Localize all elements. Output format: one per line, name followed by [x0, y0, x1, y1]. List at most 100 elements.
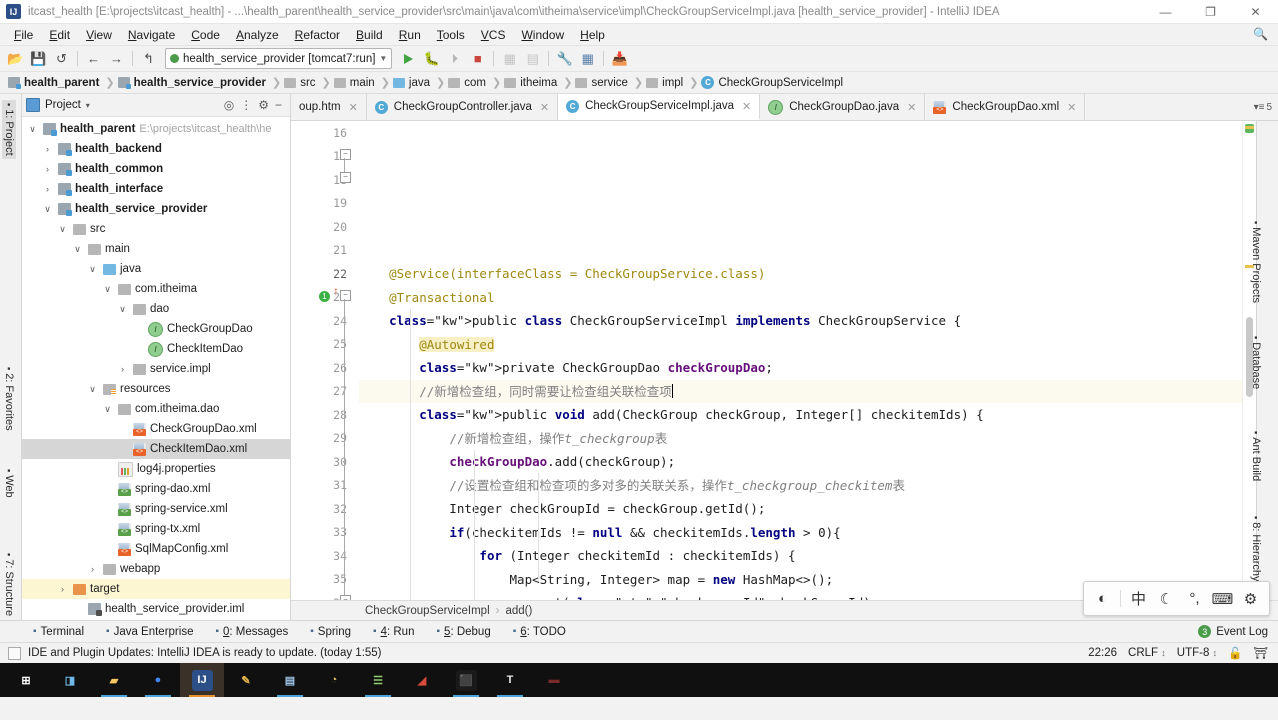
- tool-strip-item-database[interactable]: ▪ Database: [1250, 336, 1262, 389]
- fold-marker-23[interactable]: −: [340, 290, 351, 301]
- breadcrumb-item-checkgroupserviceimpl[interactable]: C CheckGroupServiceImpl: [699, 76, 848, 89]
- console-taskbar[interactable]: ⬛: [444, 663, 488, 697]
- open-icon[interactable]: 📂: [5, 48, 26, 69]
- tree-node-log4j-properties[interactable]: log4j.properties: [22, 459, 290, 479]
- tree-node-java[interactable]: ∨ java: [22, 259, 290, 279]
- update-project-icon[interactable]: 📥: [609, 48, 630, 69]
- hector-icon[interactable]: ⛩: [1253, 646, 1268, 660]
- forward-icon[interactable]: →: [106, 48, 127, 69]
- tree-node-spring-service-xml[interactable]: spring-service.xml: [22, 499, 290, 519]
- collapse-all-icon[interactable]: ⋮: [240, 98, 252, 112]
- tree-twisty-icon[interactable]: ›: [86, 564, 99, 574]
- navicat-taskbar[interactable]: ◔: [312, 663, 356, 697]
- tree-twisty-icon[interactable]: ∨: [86, 264, 99, 275]
- code-line-17[interactable]: @Service(interfaceClass = CheckGroupServ…: [359, 262, 1242, 286]
- breadcrumb-item-service[interactable]: service: [573, 77, 632, 89]
- close-tab-icon[interactable]: ✕: [540, 101, 549, 114]
- editor-tab-checkgroupdao-java[interactable]: I CheckGroupDao.java ✕: [760, 94, 926, 120]
- menu-item-build[interactable]: Build: [348, 26, 391, 44]
- editor-tab-checkgroupcontroller-java[interactable]: C CheckGroupController.java ✕: [367, 94, 559, 120]
- breadcrumb-item-health-service-provider[interactable]: health_service_provider: [116, 77, 271, 89]
- tool-window-terminal[interactable]: ▪ Terminal: [22, 626, 95, 638]
- tool-strip-item-7-structure[interactable]: ▪ 7: Structure: [2, 550, 16, 619]
- menu-item-analyze[interactable]: Analyze: [228, 26, 287, 44]
- archive-taskbar[interactable]: ▤: [268, 663, 312, 697]
- override-method-icon[interactable]: ↑: [333, 284, 339, 298]
- tool-window-4-run[interactable]: ▪ 4: Run: [362, 626, 425, 638]
- tree-node-resources[interactable]: ∨ resources: [22, 379, 290, 399]
- office-taskbar[interactable]: ◢: [400, 663, 444, 697]
- menu-item-navigate[interactable]: Navigate: [120, 26, 183, 44]
- tool-window-5-debug[interactable]: ▪ 5: Debug: [425, 626, 501, 638]
- tree-node-spring-dao-xml[interactable]: spring-dao.xml: [22, 479, 290, 499]
- tree-node-health-interface[interactable]: › health_interface: [22, 179, 290, 199]
- tool-strip-item-maven-projects[interactable]: ▪ Maven Projects: [1250, 221, 1262, 303]
- run-icon[interactable]: [398, 48, 419, 69]
- code-line-18[interactable]: @Transactional: [359, 286, 1242, 310]
- tool-window-spring[interactable]: ▪ Spring: [299, 626, 362, 638]
- maximize-button[interactable]: ❐: [1188, 0, 1233, 23]
- start-button[interactable]: ⊞: [4, 663, 48, 697]
- code-line-28[interactable]: if(checkitemIds != null && checkitemIds.…: [359, 521, 1242, 545]
- menu-item-refactor[interactable]: Refactor: [287, 26, 348, 44]
- menu-item-help[interactable]: Help: [572, 26, 613, 44]
- profile-icon[interactable]: ▦: [499, 48, 520, 69]
- editor-tab-checkgroupdao-xml[interactable]: CheckGroupDao.xml ✕: [925, 94, 1086, 120]
- tree-node-spring-tx-xml[interactable]: spring-tx.xml: [22, 519, 290, 539]
- tree-node-webapp[interactable]: › webapp: [22, 559, 290, 579]
- tree-twisty-icon[interactable]: ∨: [71, 244, 84, 255]
- editor-tab-oup-htm[interactable]: oup.htm ✕: [291, 94, 367, 120]
- gear-icon[interactable]: ⚙: [1238, 586, 1263, 611]
- paint-taskbar[interactable]: ✎: [224, 663, 268, 697]
- tree-node-com-itheima[interactable]: ∨ com.itheima: [22, 279, 290, 299]
- code-line-29[interactable]: for (Integer checkitemId : checkitemIds)…: [359, 544, 1242, 568]
- menu-item-vcs[interactable]: VCS: [473, 26, 514, 44]
- tree-twisty-icon[interactable]: ∨: [86, 384, 99, 395]
- run-with-coverage-icon[interactable]: ⏵: [444, 48, 465, 69]
- tree-node-health-service-provider-iml[interactable]: health_service_provider.iml: [22, 599, 290, 619]
- tool-strip-item-2-favorites[interactable]: ▪ 2: Favorites: [2, 364, 16, 434]
- tree-twisty-icon[interactable]: ›: [41, 144, 54, 154]
- warning-marker[interactable]: [1245, 126, 1254, 129]
- tree-node-com-itheima-dao[interactable]: ∨ com.itheima.dao: [22, 399, 290, 419]
- tree-node-checkitemdao[interactable]: I CheckItemDao: [22, 339, 290, 359]
- back-icon[interactable]: ←: [83, 48, 104, 69]
- project-tree[interactable]: ∨ health_parent E:\projects\itcast_health\…: [22, 117, 290, 620]
- code-line-16[interactable]: [359, 239, 1242, 263]
- editor-tab-checkgroupserviceimpl-java[interactable]: C CheckGroupServiceImpl.java ✕: [558, 94, 761, 120]
- task-view-button[interactable]: ◨: [48, 663, 92, 697]
- code-line-19[interactable]: class="kw">public class CheckGroupServic…: [359, 309, 1242, 333]
- line-separator-selector[interactable]: CRLF ↕: [1128, 647, 1166, 659]
- code-line-23[interactable]: class="kw">public void add(CheckGroup ch…: [359, 403, 1242, 427]
- code-line-26[interactable]: //设置检查组和检查项的多对多的关联关系，操作t_checkgroup_chec…: [359, 474, 1242, 498]
- event-log-area[interactable]: 3 Event Log: [1198, 625, 1278, 638]
- tree-node-checkgroupdao-xml[interactable]: CheckGroupDao.xml: [22, 419, 290, 439]
- typora-taskbar[interactable]: T: [488, 663, 532, 697]
- tree-twisty-icon[interactable]: ∨: [56, 224, 69, 235]
- settings-wrench-icon[interactable]: 🔧: [554, 48, 575, 69]
- tree-twisty-icon[interactable]: ∨: [101, 404, 114, 415]
- close-tab-icon[interactable]: ✕: [349, 101, 358, 114]
- menu-item-view[interactable]: View: [78, 26, 120, 44]
- tree-twisty-icon[interactable]: ∨: [41, 204, 54, 215]
- tree-node-service-impl[interactable]: › service.impl: [22, 359, 290, 379]
- close-button[interactable]: ✕: [1233, 0, 1278, 23]
- stop-icon[interactable]: ■: [467, 48, 488, 69]
- menu-item-run[interactable]: Run: [391, 26, 429, 44]
- fold-marker-18[interactable]: −: [340, 172, 351, 183]
- close-tab-icon[interactable]: ✕: [742, 100, 751, 113]
- menu-item-window[interactable]: Window: [513, 26, 572, 44]
- intellij-idea-taskbar[interactable]: IJ: [180, 663, 224, 697]
- tool-strip-item-1-project[interactable]: ▪ 1: Project: [2, 100, 16, 159]
- menu-item-code[interactable]: Code: [183, 26, 228, 44]
- target-icon[interactable]: ◎: [224, 98, 234, 112]
- tool-strip-item-web[interactable]: ▪ Web: [2, 466, 16, 501]
- punctuation-icon[interactable]: °,: [1182, 586, 1207, 611]
- breadcrumb-item-src[interactable]: src: [282, 77, 320, 89]
- tree-twisty-icon[interactable]: ›: [41, 184, 54, 194]
- tree-node-dao[interactable]: ∨ dao: [22, 299, 290, 319]
- debug-icon[interactable]: 🐛: [421, 48, 442, 69]
- tree-twisty-icon[interactable]: ∨: [101, 284, 114, 295]
- run-configuration-selector[interactable]: health_service_provider [tomcat7:run] ▼: [165, 48, 393, 69]
- event-log-label[interactable]: Event Log: [1216, 626, 1268, 638]
